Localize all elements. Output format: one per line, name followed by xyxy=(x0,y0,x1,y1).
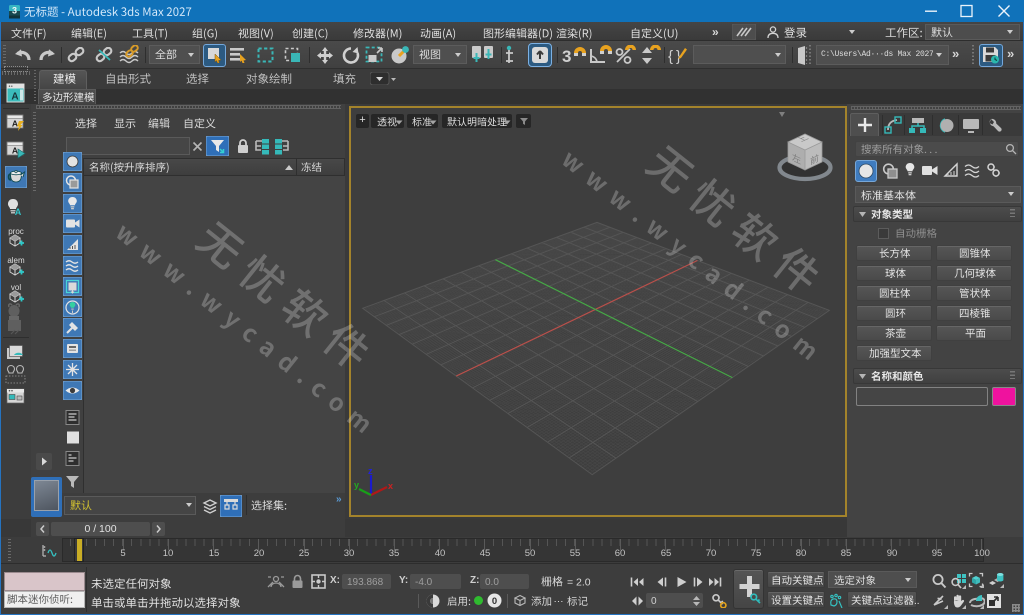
svg-text:..: .. xyxy=(914,596,920,607)
svg-text:⋯: ⋯ xyxy=(554,597,564,608)
svg-text:x: x xyxy=(388,481,393,491)
svg-text:A: A xyxy=(15,207,22,217)
svg-text:proc: proc xyxy=(8,227,24,236)
svg-text:A: A xyxy=(11,92,18,103)
svg-text:vol: vol xyxy=(11,283,21,292)
svg-text:y: y xyxy=(354,480,359,490)
svg-text:alem: alem xyxy=(7,256,25,265)
svg-text:3: 3 xyxy=(12,5,17,15)
svg-text:A: A xyxy=(12,146,18,156)
svg-text:z: z xyxy=(368,468,373,476)
svg-text:A: A xyxy=(12,119,18,129)
svg-text:3: 3 xyxy=(562,47,571,66)
svg-text:0: 0 xyxy=(492,596,497,607)
svg-text:= 2.0: = 2.0 xyxy=(567,577,591,589)
svg-text:{ }: { } xyxy=(668,48,681,65)
